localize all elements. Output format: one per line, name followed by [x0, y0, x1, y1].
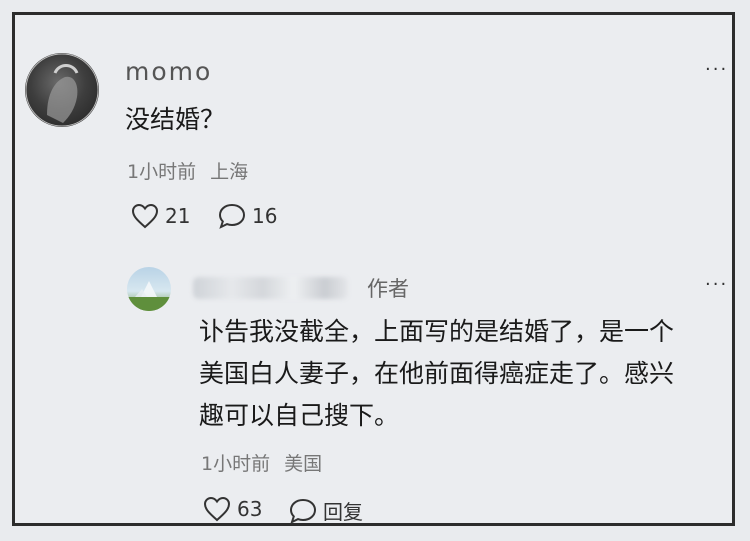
screenshot-frame: momo ··· 没结婚？ 1小时前 上海 21 16 作者 ··· 讣告我没截… [12, 12, 735, 526]
reply-like-button[interactable]: 63 [203, 496, 262, 522]
reply-text: 讣告我没截全，上面写的是结婚了，是一个 美国白人妻子，在他前面得癌症走了。感兴 … [199, 311, 719, 437]
reply-location: 美国 [284, 453, 323, 475]
comment-username[interactable]: momo [125, 57, 212, 86]
reply-avatar[interactable] [127, 267, 171, 311]
comment-reply-button[interactable]: 16 [218, 203, 277, 229]
reply-text-line: 美国白人妻子，在他前面得癌症走了。感兴 [199, 359, 675, 388]
comment-time: 1小时前 [127, 161, 197, 183]
reply-avatar-image [127, 281, 171, 311]
comment-meta: 1小时前 上海 [127, 157, 248, 184]
heart-outline-icon [131, 203, 159, 229]
reply-reply-label: 回复 [323, 500, 363, 524]
speech-bubble-icon [289, 498, 317, 524]
comment-text: 没结婚？ [125, 105, 226, 134]
avatar[interactable] [25, 53, 99, 127]
reply-username-redacted[interactable] [193, 277, 348, 299]
reply-text-line: 趣可以自己搜下。 [199, 401, 400, 430]
avatar-image [25, 53, 99, 127]
author-badge: 作者 [367, 277, 409, 301]
reply-like-count: 63 [237, 497, 263, 521]
comment-like-button[interactable]: 21 [131, 203, 190, 229]
reply-reply-button[interactable]: 回复 [289, 496, 363, 525]
comment-location: 上海 [210, 161, 249, 183]
reply-meta: 1小时前 美国 [201, 449, 322, 476]
reply-time: 1小时前 [201, 453, 271, 475]
reply-text-line: 讣告我没截全，上面写的是结婚了，是一个 [199, 317, 675, 346]
speech-bubble-icon [218, 203, 246, 229]
heart-outline-icon [203, 496, 231, 522]
reply-more-button[interactable]: ··· [705, 274, 728, 295]
comment-reply-count: 16 [252, 204, 278, 228]
comment-like-count: 21 [165, 204, 191, 228]
comment-more-button[interactable]: ··· [705, 59, 728, 80]
